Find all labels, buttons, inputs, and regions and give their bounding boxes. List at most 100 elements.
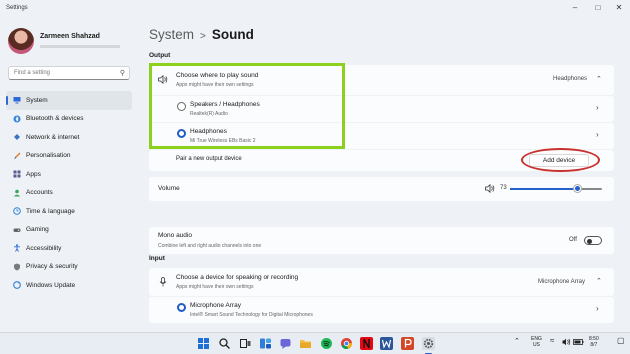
sidebar-item-accounts[interactable]: Accounts: [6, 184, 132, 203]
accessibility-icon: [13, 244, 21, 252]
update-icon: [13, 281, 21, 289]
sidebar-item-personalisation[interactable]: Personalisation: [6, 147, 132, 166]
input-chooser-subtitle: Apps might have their own settings: [176, 284, 254, 290]
input-chooser-title: Choose a device for speaking or recordin…: [176, 274, 299, 281]
sidebar-item-network[interactable]: Network & internet: [6, 128, 132, 147]
sidebar-item-accessibility[interactable]: Accessibility: [6, 239, 132, 258]
chat-icon[interactable]: [279, 337, 292, 350]
device-radio-selected[interactable]: [177, 303, 186, 312]
powerpoint-icon[interactable]: [401, 337, 414, 350]
sidebar-item-label: Time & language: [26, 207, 75, 215]
speaker-volume-icon[interactable]: [485, 183, 495, 195]
notification-icon[interactable]: ▢: [617, 337, 625, 345]
widgets-icon[interactable]: [259, 337, 272, 350]
spotify-icon[interactable]: [320, 337, 333, 350]
sidebar-item-label: Gaming: [26, 226, 49, 234]
mono-audio-subtitle: Combine left and right audio channels in…: [158, 243, 262, 249]
user-email-redacted: [40, 45, 120, 48]
globe-clock-icon: [13, 207, 21, 215]
sidebar-item-label: Bluetooth & devices: [26, 115, 84, 123]
shield-icon: [13, 263, 21, 271]
page-title: Sound: [211, 27, 254, 42]
monitor-icon: [13, 96, 21, 104]
volume-icon[interactable]: [562, 338, 571, 348]
language-indicator[interactable]: ENG US: [531, 336, 542, 348]
breadcrumb: System > Sound: [149, 27, 254, 42]
chevron-right-icon[interactable]: ›: [596, 103, 599, 112]
search-icon: ⚲: [119, 70, 125, 77]
region-code: US: [532, 342, 540, 348]
battery-icon[interactable]: [573, 338, 584, 348]
start-icon[interactable]: [197, 337, 210, 350]
task-view-icon[interactable]: [239, 337, 252, 350]
sidebar-item-label: System: [26, 96, 48, 104]
output-section-label: Output: [149, 52, 171, 59]
clock[interactable]: 8:50 8/7: [589, 336, 599, 348]
volume-slider-fill: [510, 188, 578, 190]
volume-label: Volume: [158, 185, 180, 192]
chevron-right-icon[interactable]: ›: [596, 304, 599, 313]
sidebar-item-system[interactable]: System: [6, 91, 132, 110]
search-input[interactable]: Find a setting ⚲: [8, 66, 130, 80]
user-name: Zarmeen Shahzad: [40, 33, 100, 40]
device-detail: Intel® Smart Sound Technology for Digita…: [190, 312, 313, 318]
sidebar-item-label: Network & internet: [26, 133, 80, 141]
search-placeholder: Find a setting: [14, 70, 51, 76]
pair-device-label: Pair a new output device: [176, 156, 242, 162]
volume-slider[interactable]: [510, 185, 602, 192]
search-icon[interactable]: [218, 337, 231, 350]
input-section-label: Input: [149, 255, 165, 262]
sidebar: Zarmeen Shahzad Find a setting ⚲ System …: [0, 20, 140, 332]
chevron-up-icon[interactable]: ⌃: [514, 338, 520, 345]
volume-value: 73: [500, 185, 507, 191]
sidebar-item-windows-update[interactable]: Windows Update: [6, 276, 132, 295]
chrome-icon[interactable]: [340, 337, 353, 350]
mono-audio-toggle[interactable]: [584, 236, 602, 245]
sidebar-item-label: Personalisation: [26, 152, 71, 160]
settings-icon[interactable]: [422, 337, 435, 350]
mono-audio-state: Off: [569, 237, 577, 243]
wifi-icon[interactable]: ≈: [550, 337, 554, 345]
sidebar-item-privacy[interactable]: Privacy & security: [6, 258, 132, 277]
breadcrumb-separator: >: [200, 31, 206, 42]
close-icon[interactable]: ✕: [612, 3, 626, 12]
person-icon: [13, 189, 21, 197]
mono-audio-row: Mono audio Combine left and right audio …: [149, 227, 614, 254]
bluetooth-icon: [13, 115, 21, 123]
output-current-device: Headphones: [553, 76, 588, 82]
microphone-icon: [159, 277, 167, 289]
sidebar-nav: System Bluetooth & devices Network & int…: [6, 91, 132, 295]
sidebar-item-apps[interactable]: Apps: [6, 165, 132, 184]
file-explorer-icon[interactable]: [299, 337, 312, 350]
input-device-row[interactable]: Microphone Array Intel® Smart Sound Tech…: [149, 297, 614, 323]
chevron-up-icon[interactable]: ⌃: [596, 277, 602, 285]
word-icon[interactable]: [380, 337, 393, 350]
highlight-box-green: [149, 63, 345, 149]
sidebar-item-label: Accessibility: [26, 244, 62, 252]
taskbar: ⌃ ENG US ≈ 8:50 8/7 ▢: [0, 332, 630, 354]
maximize-icon[interactable]: □: [591, 3, 605, 12]
brush-icon: [13, 152, 21, 160]
breadcrumb-parent[interactable]: System: [149, 27, 194, 42]
sidebar-item-label: Privacy & security: [26, 263, 78, 271]
chevron-right-icon[interactable]: ›: [596, 130, 599, 139]
sidebar-item-label: Windows Update: [26, 281, 76, 289]
chevron-up-icon[interactable]: ⌃: [596, 75, 602, 83]
sidebar-item-bluetooth[interactable]: Bluetooth & devices: [6, 110, 132, 129]
highlight-ellipse-red: [521, 148, 600, 172]
sidebar-item-label: Accounts: [26, 189, 53, 197]
netflix-icon[interactable]: [360, 337, 373, 350]
apps-icon: [13, 170, 21, 178]
mono-audio-title: Mono audio: [158, 232, 192, 239]
sidebar-item-gaming[interactable]: Gaming: [6, 221, 132, 240]
minimize-icon[interactable]: –: [568, 3, 582, 12]
avatar: [8, 28, 34, 54]
sidebar-item-label: Apps: [26, 170, 41, 178]
gamepad-icon: [13, 226, 21, 234]
window-title: Settings: [6, 5, 28, 11]
device-name: Microphone Array: [190, 302, 241, 309]
wifi-icon: [13, 133, 21, 141]
input-device-chooser[interactable]: Choose a device for speaking or recordin…: [149, 268, 614, 296]
sidebar-item-time-language[interactable]: Time & language: [6, 202, 132, 221]
volume-slider-thumb[interactable]: [573, 185, 581, 192]
